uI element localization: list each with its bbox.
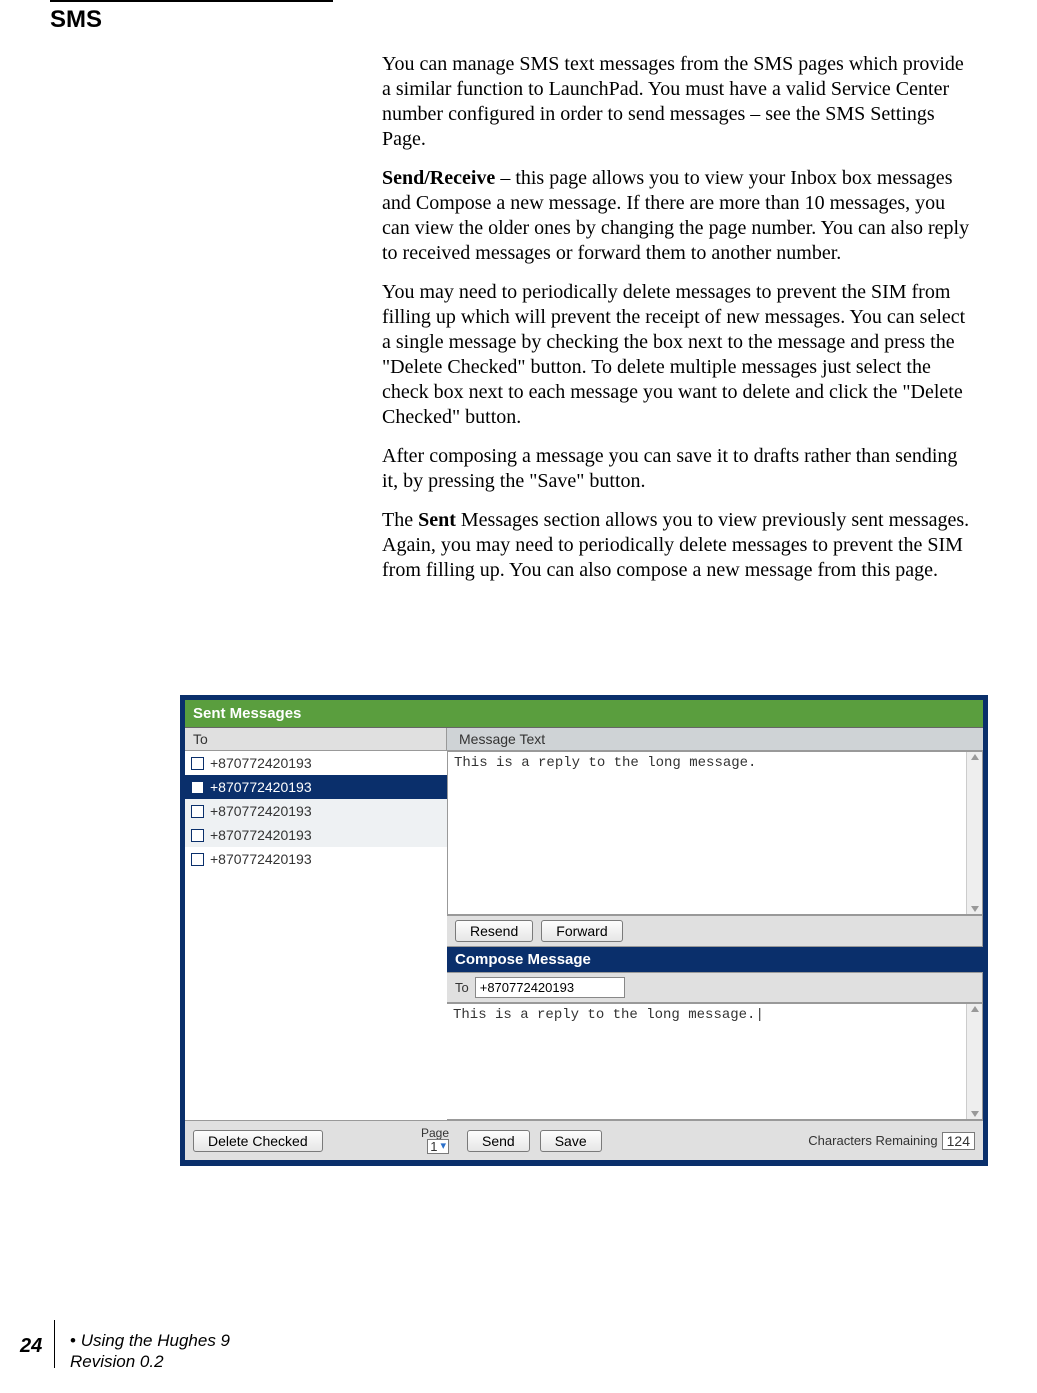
- forward-button[interactable]: Forward: [541, 920, 622, 942]
- table-row[interactable]: +870772420193: [185, 847, 447, 871]
- sent-messages-panel: Sent Messages To Message Text +870772420…: [180, 695, 988, 1166]
- checkbox-icon[interactable]: [191, 781, 204, 794]
- checkbox-icon[interactable]: [191, 805, 204, 818]
- save-button[interactable]: Save: [540, 1130, 602, 1152]
- phone-number: +870772420193: [210, 804, 312, 818]
- checkbox-icon[interactable]: [191, 757, 204, 770]
- table-row[interactable]: +870772420193: [185, 823, 447, 847]
- chevron-down-icon: ▾: [440, 1141, 446, 1152]
- message-list: +870772420193 +870772420193 +87077242019…: [185, 751, 447, 1120]
- footer-divider: [54, 1320, 55, 1368]
- footer-text: • Using the Hughes 9 Revision 0.2: [70, 1330, 230, 1373]
- paragraph: You may need to periodically delete mess…: [382, 280, 970, 430]
- message-display[interactable]: This is a reply to the long message.: [447, 751, 983, 915]
- paragraph: After composing a message you can save i…: [382, 444, 970, 494]
- page-dropdown[interactable]: 1 ▾: [427, 1139, 449, 1154]
- section-rule: [50, 0, 333, 2]
- compose-text: This is a reply to the long message.|: [453, 1007, 764, 1023]
- scrollbar[interactable]: [966, 752, 982, 914]
- send-button[interactable]: Send: [467, 1130, 530, 1152]
- footer-title: Using the Hughes 9: [81, 1331, 230, 1350]
- section-title: SMS: [50, 6, 102, 34]
- scrollbar[interactable]: [966, 1004, 982, 1119]
- compose-textarea[interactable]: This is a reply to the long message.|: [447, 1003, 983, 1120]
- chars-label: Characters Remaining: [808, 1134, 937, 1147]
- page-value: 1: [430, 1140, 437, 1153]
- page-selector: Page 1 ▾: [421, 1127, 455, 1154]
- send-receive-label: Send/Receive: [382, 167, 495, 189]
- checkbox-icon[interactable]: [191, 829, 204, 842]
- compose-title: Compose Message: [447, 947, 983, 972]
- bullet-icon: •: [70, 1331, 81, 1350]
- col-header-to: To: [185, 728, 447, 750]
- table-row[interactable]: +870772420193: [185, 751, 447, 775]
- paragraph: The Sent Messages section allows you to …: [382, 508, 970, 583]
- sent-label: Sent: [418, 509, 456, 531]
- page-label: Page: [421, 1127, 449, 1139]
- column-headers: To Message Text: [185, 727, 983, 751]
- to-row: To: [447, 972, 983, 1003]
- chars-remaining: Characters Remaining 124: [808, 1132, 975, 1150]
- phone-number: +870772420193: [210, 852, 312, 866]
- phone-number: +870772420193: [210, 828, 312, 842]
- col-header-message: Message Text: [447, 728, 983, 750]
- table-row[interactable]: +870772420193: [185, 775, 447, 799]
- body-text: You can manage SMS text messages from th…: [382, 52, 970, 597]
- phone-number: +870772420193: [210, 756, 312, 770]
- chars-count: 124: [942, 1132, 975, 1150]
- resend-button[interactable]: Resend: [455, 920, 533, 942]
- bottom-toolbar: Delete Checked Page 1 ▾ Send Save Charac…: [185, 1120, 983, 1160]
- paragraph: You can manage SMS text messages from th…: [382, 52, 970, 152]
- checkbox-icon[interactable]: [191, 853, 204, 866]
- table-row[interactable]: +870772420193: [185, 799, 447, 823]
- to-input[interactable]: [475, 977, 625, 998]
- footer-revision: Revision 0.2: [70, 1352, 164, 1371]
- action-row: Resend Forward: [447, 915, 983, 947]
- to-label: To: [455, 981, 469, 994]
- message-text: This is a reply to the long message.: [454, 755, 756, 771]
- delete-checked-button[interactable]: Delete Checked: [193, 1130, 323, 1152]
- panel-title: Sent Messages: [185, 700, 983, 727]
- page-number: 24: [20, 1335, 42, 1358]
- paragraph: Send/Receive – this page allows you to v…: [382, 166, 970, 266]
- phone-number: +870772420193: [210, 780, 312, 794]
